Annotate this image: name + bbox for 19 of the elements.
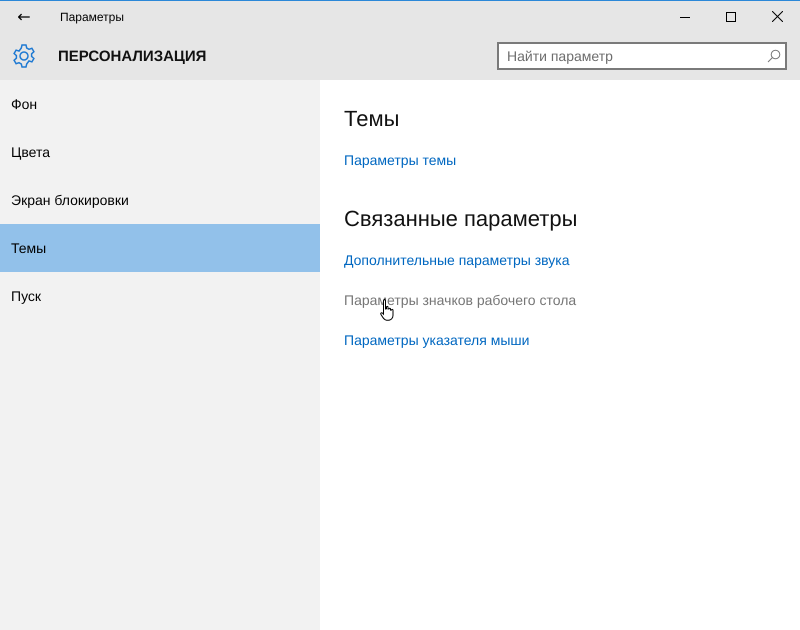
sidebar-item[interactable]: Цвета (0, 128, 320, 176)
settings-link[interactable]: Параметры указателя мыши (344, 330, 530, 350)
search-field[interactable]: Найти параметр (497, 42, 787, 70)
section-heading: Связанные параметры (344, 205, 578, 233)
settings-link[interactable]: Параметры значков рабочего стола (344, 290, 576, 310)
settings-icon (11, 43, 37, 69)
maximize-icon (726, 12, 736, 22)
section-heading: Темы (344, 105, 400, 133)
window-title: Параметры (60, 10, 125, 24)
sidebar-item[interactable]: Пуск (0, 272, 320, 320)
page-title: ПЕРСОНАЛИЗАЦИЯ (58, 48, 208, 64)
sidebar-item[interactable]: Экран блокировки (0, 176, 320, 224)
sidebar-item[interactable]: Темы (0, 224, 320, 272)
sidebar-item[interactable]: Фон (0, 80, 320, 128)
settings-link[interactable]: Дополнительные параметры звука (344, 250, 570, 270)
search-icon (767, 49, 781, 63)
close-icon (772, 11, 782, 22)
settings-link[interactable]: Параметры темы (344, 150, 456, 170)
back-button[interactable]: ← (0, 1, 48, 32)
